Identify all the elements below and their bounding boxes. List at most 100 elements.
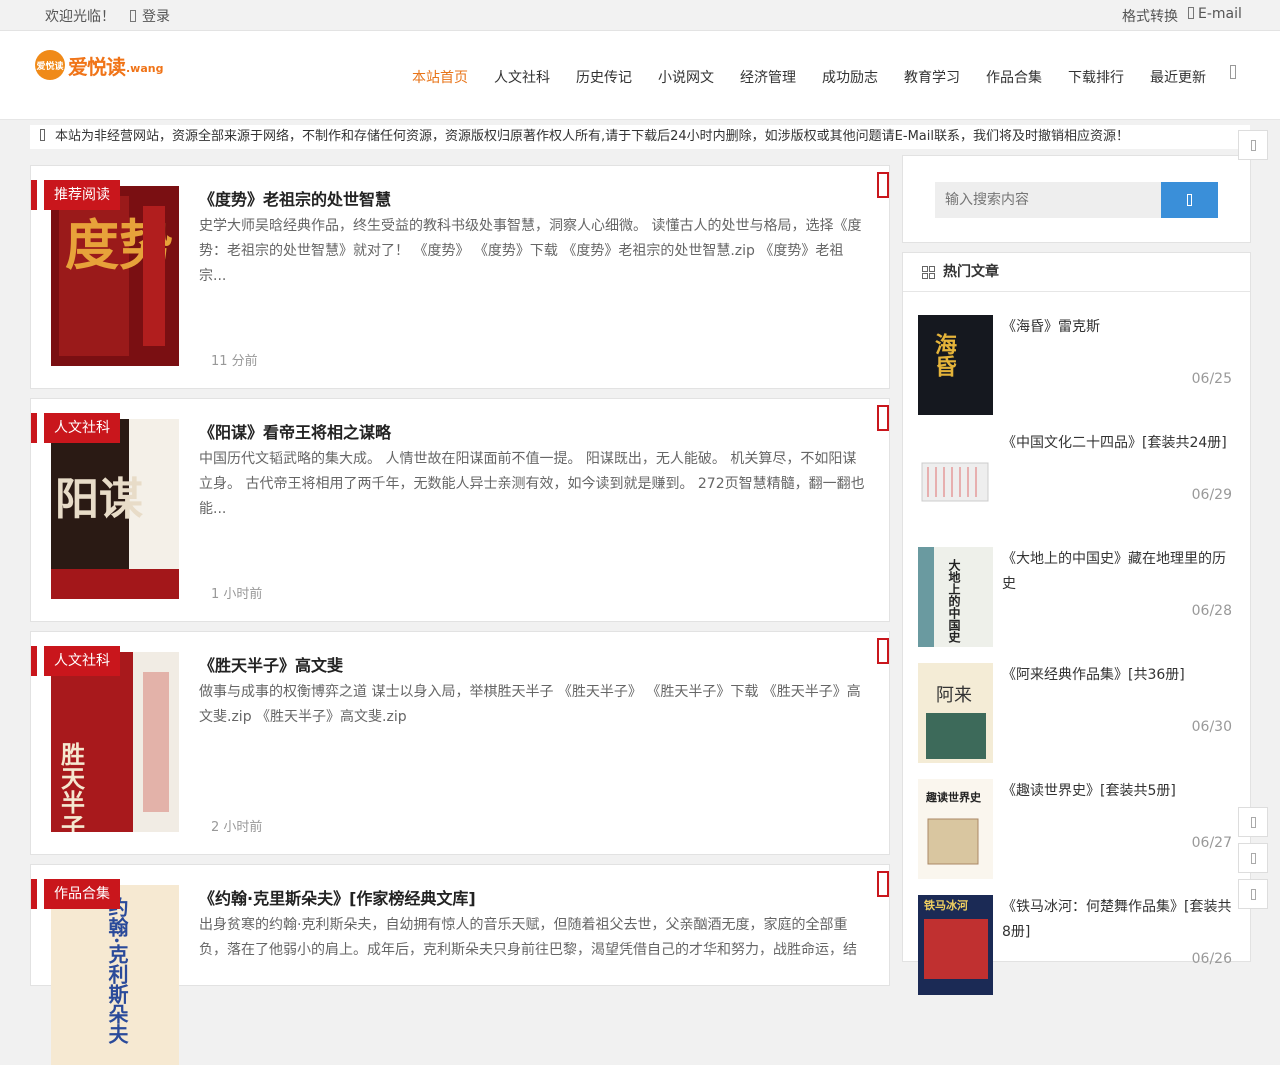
logo-suffix: .wang — [126, 61, 164, 75]
post-cover[interactable]: 胜天半子 — [51, 652, 179, 832]
category-tag[interactable]: 推荐阅读 — [31, 180, 120, 210]
post-title[interactable]: 《约翰·克里斯朵夫》[作家榜经典文库] — [199, 885, 476, 909]
email-label: E-mail — [1198, 6, 1242, 22]
mail-icon — [1188, 7, 1194, 19]
grid-icon — [922, 266, 935, 279]
hot-article-item[interactable]: 趣读世界史 《趣读世界史》[套装共5册] 06/27 — [918, 779, 1238, 879]
post-card[interactable]: 胜天半子 人文社科 《胜天半子》高文斐 做事与成事的权衡博弈之道 谋士以身入局，… — [30, 631, 890, 855]
site-header: 爱悦读 爱悦读 .wang 本站首页 人文社科 历史传记 小说网文 经济管理 成… — [0, 31, 1280, 120]
category-tag[interactable]: 人文社科 — [31, 646, 120, 676]
hot-cover-title: 海昏 — [931, 332, 957, 377]
hot-article-date: 06/30 — [1191, 719, 1232, 735]
post-title[interactable]: 《阳谋》看帝王将相之谋略 — [199, 419, 391, 443]
float-button-back-to-top[interactable] — [1238, 879, 1268, 909]
post-card[interactable]: 度势 推荐阅读 《度势》老祖宗的处世智慧 史学大师吴晗经典作品，终生受益的教科书… — [30, 165, 890, 389]
hot-article-date: 06/29 — [1191, 487, 1232, 503]
bookmark-icon[interactable] — [877, 405, 889, 431]
comment-icon — [1251, 853, 1256, 864]
cover-title: 约翰·克利斯朵夫 — [105, 896, 129, 1045]
hot-article-title[interactable]: 《海昏》雷克斯 — [1002, 315, 1234, 340]
hot-articles-title: 热门文章 — [943, 264, 999, 280]
post-excerpt: 出身贫寒的约翰·克利斯朵夫，自幼拥有惊人的音乐天赋，但随着祖父去世，父亲酗酒无度… — [199, 917, 857, 958]
nav-history[interactable]: 历史传记 — [576, 67, 632, 87]
post-title[interactable]: 《度势》老祖宗的处世智慧 — [199, 186, 391, 210]
arrow-up-icon — [1251, 889, 1256, 900]
post-card[interactable]: 约翰·克利斯朵夫 作品合集 《约翰·克里斯朵夫》[作家榜经典文库] 出身贫寒的约… — [30, 864, 890, 1065]
email-link[interactable]: E-mail — [1188, 6, 1242, 22]
hot-article-date: 06/26 — [1191, 951, 1232, 967]
post-cover[interactable]: 度势 — [51, 186, 179, 366]
hot-article-cover[interactable]: 大地上的中国史 — [918, 547, 993, 647]
float-button-comment[interactable] — [1238, 843, 1268, 873]
hot-cover-title: 大地上的中国史 — [947, 558, 961, 644]
nav-download-rank[interactable]: 下载排行 — [1068, 67, 1124, 87]
hot-article-title[interactable]: 《阿来经典作品集》[共36册] — [1002, 663, 1234, 688]
post-excerpt: 史学大师吴晗经典作品，终生受益的教科书级处事智慧，洞察人心细微。 读懂古人的处世… — [199, 218, 862, 284]
hot-article-title[interactable]: 《铁马冰河：何楚舞作品集》[套装共8册] — [1002, 895, 1234, 945]
nav-education[interactable]: 教育学习 — [904, 67, 960, 87]
category-tag[interactable]: 人文社科 — [31, 413, 120, 443]
hot-article-cover[interactable]: 趣读世界史 — [918, 779, 993, 879]
hot-article-item[interactable]: 铁马冰河 《铁马冰河：何楚舞作品集》[套装共8册] 06/26 — [918, 895, 1238, 995]
nav-novels[interactable]: 小说网文 — [658, 67, 714, 87]
category-tag[interactable]: 作品合集 — [31, 879, 120, 909]
hot-article-date: 06/28 — [1191, 603, 1232, 619]
bookmark-icon[interactable] — [877, 638, 889, 664]
post-title[interactable]: 《胜天半子》高文斐 — [199, 652, 343, 676]
nav-latest[interactable]: 最近更新 — [1150, 67, 1206, 87]
nav-economics[interactable]: 经济管理 — [740, 67, 796, 87]
hot-article-cover[interactable]: 铁马冰河 — [918, 895, 993, 995]
sidebar-search — [902, 155, 1251, 243]
hot-article-item[interactable]: 大地上的中国史 《大地上的中国史》藏在地理里的历史 06/28 — [918, 547, 1238, 647]
hot-article-title[interactable]: 《中国文化二十四品》[套装共24册] — [1002, 431, 1234, 456]
cover-title: 阳谋 — [55, 474, 143, 525]
site-logo[interactable]: 爱悦读 爱悦读 .wang — [35, 50, 163, 80]
top-bar: 欢迎光临！ 登录 格式转换 E-mail — [0, 0, 1280, 31]
notice-bar: 本站为非经营网站，资源全部来源于网络，不制作和存储任何资源，资源版权归原著作权人… — [30, 125, 1250, 149]
float-icon — [1251, 140, 1256, 151]
hot-article-title[interactable]: 《大地上的中国史》藏在地理里的历史 — [1002, 547, 1234, 597]
post-excerpt: 中国历代文韬武略的集大成。 人情世故在阳谋面前不值一提。 阳谋既出，无人能破。 … — [199, 451, 865, 517]
float-button-top[interactable] — [1238, 130, 1268, 160]
hot-cover-title: 铁马冰河 — [924, 898, 968, 912]
logo-text: 爱悦读 — [68, 54, 126, 79]
hot-article-cover[interactable]: 阿来 — [918, 663, 993, 763]
nav-success[interactable]: 成功励志 — [822, 67, 878, 87]
hot-articles-header: 热门文章 — [903, 253, 1250, 292]
hot-article-title[interactable]: 《趣读世界史》[套装共5册] — [1002, 779, 1234, 804]
float-button-share[interactable] — [1238, 807, 1268, 837]
search-icon[interactable] — [1230, 65, 1236, 79]
post-card[interactable]: 阳谋 人文社科 《阳谋》看帝王将相之谋略 中国历代文韬武略的集大成。 人情世故在… — [30, 398, 890, 622]
nav-home[interactable]: 本站首页 — [412, 67, 468, 87]
post-time: 2 小时前 — [211, 820, 263, 835]
search-icon — [1187, 194, 1192, 206]
search-input[interactable] — [935, 182, 1161, 218]
search-button[interactable] — [1161, 182, 1218, 218]
nav-collections[interactable]: 作品合集 — [986, 67, 1042, 87]
hot-article-item[interactable]: 阿来 《阿来经典作品集》[共36册] 06/30 — [918, 663, 1238, 763]
login-link[interactable]: 登录 — [130, 6, 170, 26]
logo-badge: 爱悦读 — [35, 50, 65, 80]
format-convert-link[interactable]: 格式转换 — [1122, 6, 1178, 26]
bookmark-icon[interactable] — [877, 172, 889, 198]
hot-article-date: 06/25 — [1191, 371, 1232, 387]
user-icon — [130, 10, 136, 22]
post-cover[interactable]: 阳谋 — [51, 419, 179, 599]
share-icon — [1251, 817, 1256, 828]
hot-article-cover[interactable] — [918, 431, 993, 531]
post-time: 1 小时前 — [211, 587, 263, 602]
hot-article-cover[interactable]: 海昏 — [918, 315, 993, 415]
hot-article-item[interactable]: 海昏 《海昏》雷克斯 06/25 — [918, 315, 1238, 415]
nav-humanities[interactable]: 人文社科 — [494, 67, 550, 87]
post-cover[interactable]: 约翰·克利斯朵夫 — [51, 885, 179, 1065]
bookmark-icon[interactable] — [877, 871, 889, 897]
volume-icon — [40, 129, 45, 141]
hot-cover-title: 阿来 — [936, 685, 972, 706]
cover-title: 胜天半子 — [57, 742, 86, 832]
post-time: 11 分前 — [211, 354, 258, 369]
hot-article-item[interactable]: 《中国文化二十四品》[套装共24册] 06/29 — [918, 431, 1238, 531]
hot-articles: 热门文章 海昏 《海昏》雷克斯 06/25 《中国文化二十四品》[套装共24册]… — [902, 252, 1251, 995]
notice-text: 本站为非经营网站，资源全部来源于网络，不制作和存储任何资源，资源版权归原著作权人… — [55, 129, 1129, 144]
post-excerpt: 做事与成事的权衡博弈之道 谋士以身入局，举棋胜天半子 《胜天半子》 《胜天半子》… — [199, 684, 861, 725]
welcome-text: 欢迎光临！ — [45, 9, 115, 25]
